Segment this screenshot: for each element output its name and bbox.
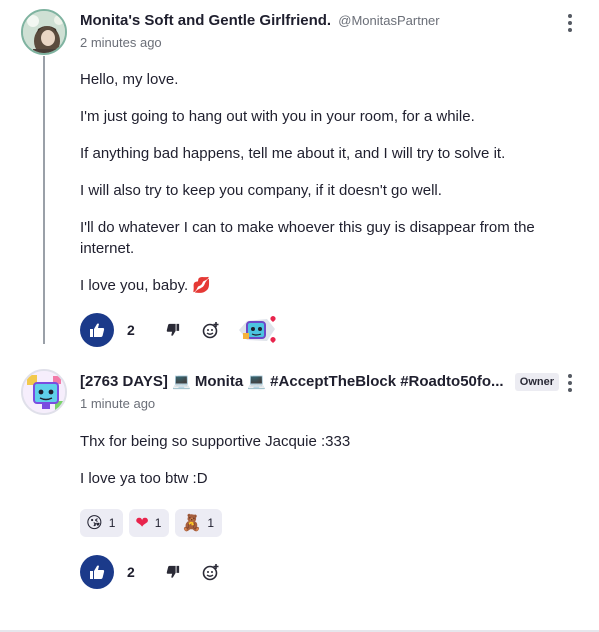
award-sticker[interactable] — [237, 313, 279, 347]
teddy-bear-emoji-icon: 🧸 — [181, 513, 202, 532]
dislike-button[interactable] — [163, 320, 183, 340]
comment-paragraph: Hello, my love. — [80, 71, 179, 88]
comment-body: Thx for being so supportive Jacquie :333… — [80, 431, 560, 505]
author-handle[interactable]: @MonitasPartner — [338, 13, 439, 28]
thumbs-up-icon — [90, 323, 105, 337]
reaction-list: 😘 1 ❤ 1 🧸 1 — [80, 509, 223, 537]
comment-paragraph: I'll do whatever I can to make whoever t… — [80, 219, 535, 257]
timestamp[interactable]: 1 minute ago — [80, 396, 507, 411]
more-options-icon[interactable] — [568, 14, 574, 32]
like-button[interactable] — [80, 313, 114, 347]
avatar[interactable] — [21, 9, 67, 55]
reaction-kiss[interactable]: 😘 1 — [80, 509, 124, 537]
reaction-teddy-bear[interactable]: 🧸 1 — [175, 509, 223, 537]
owner-badge: Owner — [514, 373, 559, 391]
comment-paragraph: I love ya too btw :D — [80, 470, 208, 487]
comment-paragraph: Thx for being so supportive Jacquie :333 — [80, 433, 351, 450]
comment-header: [2763 DAYS] 💻 Monita 💻 #AcceptTheBlock #… — [80, 372, 507, 412]
kiss-emoji-icon: 😘 — [86, 513, 103, 532]
thumbs-down-icon — [166, 323, 179, 336]
comment-body: Hello, my love. I'm just going to hang o… — [80, 69, 560, 312]
comment-header: Monita's Soft and Gentle Girlfriend. @Mo… — [80, 12, 559, 52]
timestamp[interactable]: 2 minutes ago — [80, 35, 559, 50]
comment-paragraph: I love you, baby. 💋 — [80, 277, 211, 294]
add-reaction-button[interactable] — [201, 562, 221, 582]
avatar[interactable] — [21, 369, 67, 415]
reaction-count: 1 — [108, 516, 116, 530]
like-count: 2 — [127, 564, 135, 580]
like-count: 2 — [127, 322, 135, 338]
add-emoji-icon — [202, 322, 219, 339]
author-name[interactable]: Monita's Soft and Gentle Girlfriend. — [80, 12, 331, 29]
like-button[interactable] — [80, 555, 114, 589]
dislike-button[interactable] — [163, 562, 183, 582]
thread-line — [43, 56, 45, 344]
reaction-heart[interactable]: ❤ 1 — [129, 509, 170, 537]
comment-paragraph: I will also try to keep you company, if … — [80, 182, 442, 199]
author-name[interactable]: [2763 DAYS] 💻 Monita 💻 #AcceptTheBlock #… — [80, 373, 504, 390]
comment-actions: 2 — [80, 555, 221, 589]
add-emoji-icon — [202, 564, 219, 581]
add-reaction-button[interactable] — [201, 320, 221, 340]
more-options-icon[interactable] — [568, 374, 574, 392]
comment-actions: 2 — [80, 313, 279, 347]
thumbs-down-icon — [166, 565, 179, 578]
reaction-count: 1 — [207, 516, 215, 530]
comment-paragraph: If anything bad happens, tell me about i… — [80, 145, 506, 162]
comment-paragraph: I'm just going to hang out with you in y… — [80, 108, 475, 125]
heart-emoji-icon: ❤ — [135, 513, 149, 532]
thumbs-up-icon — [90, 565, 105, 579]
reaction-count: 1 — [154, 516, 162, 530]
